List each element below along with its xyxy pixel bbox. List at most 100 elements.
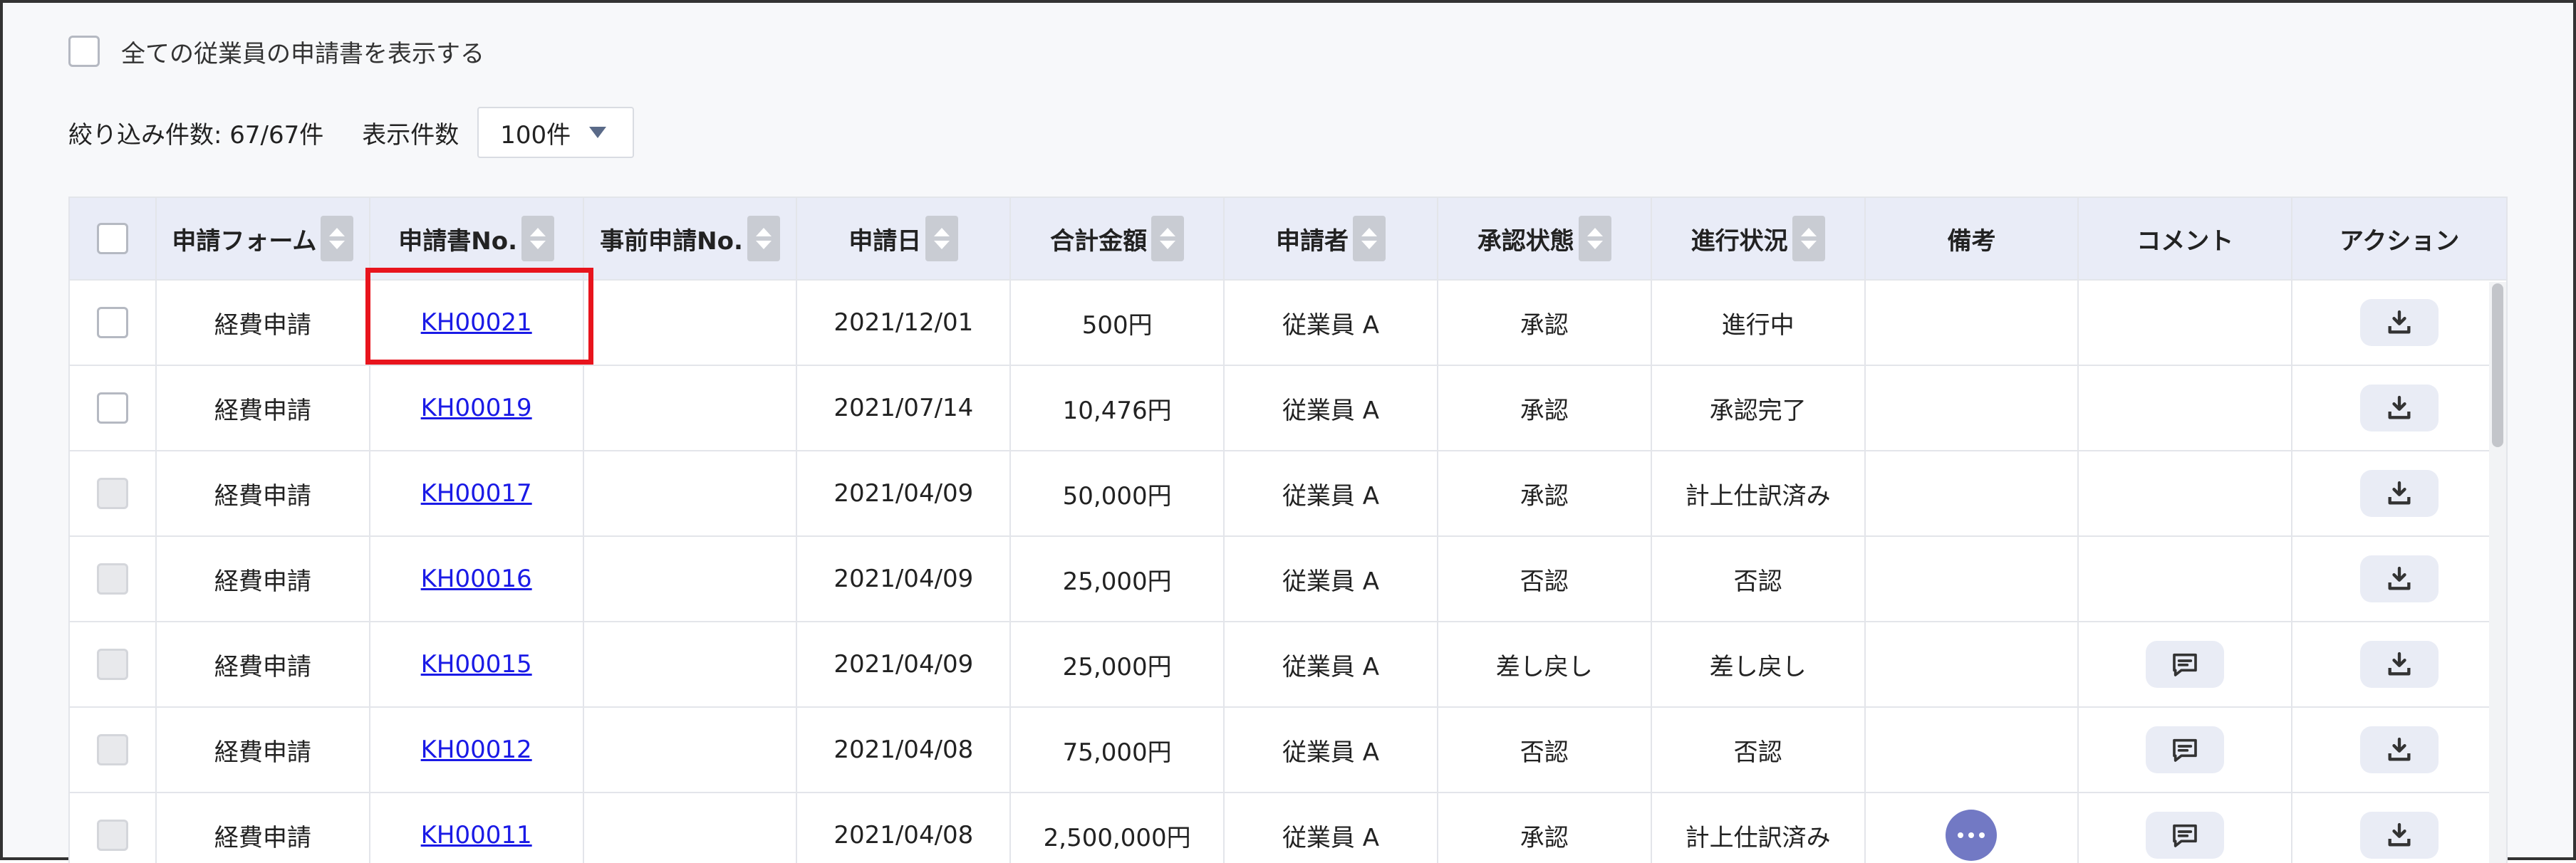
download-icon[interactable]	[2360, 641, 2439, 688]
sort-icon[interactable]	[521, 216, 555, 261]
row-select-cell	[70, 537, 157, 621]
approval-text: 承認	[1520, 481, 1569, 511]
download-icon[interactable]	[2360, 299, 2439, 346]
comment-icon[interactable]	[2146, 726, 2225, 773]
header-label: 申請書No.	[398, 226, 518, 256]
cell-form: 経費申請	[157, 281, 370, 365]
cell-date: 2021/04/08	[797, 793, 1012, 863]
cell-pre-no	[584, 281, 798, 365]
scrollbar-thumb[interactable]	[2492, 283, 2503, 447]
per-page-select[interactable]: 100件	[477, 107, 635, 158]
cell-amount: 10,476円	[1011, 366, 1225, 450]
date-text: 2021/04/09	[833, 479, 974, 508]
download-icon[interactable]	[2360, 812, 2439, 859]
header-form[interactable]: 申請フォーム	[157, 198, 370, 279]
row-checkbox[interactable]	[96, 307, 128, 338]
progress-text: 否認	[1733, 738, 1782, 767]
cell-date: 2021/04/09	[797, 451, 1012, 535]
cell-note	[1866, 793, 2079, 863]
select-all-checkbox[interactable]	[96, 223, 128, 254]
cell-applicant: 従業員 A	[1225, 622, 1438, 706]
header-label: 進行状況	[1690, 226, 1788, 256]
applicant-text: 従業員 A	[1282, 481, 1380, 511]
header-label: 申請日	[848, 226, 922, 256]
cell-doc-no: KH00021	[370, 281, 584, 365]
date-text: 2021/04/08	[833, 821, 974, 849]
comment-icon[interactable]	[2146, 812, 2225, 859]
cell-comment	[2079, 451, 2293, 535]
cell-doc-no: KH00017	[370, 451, 584, 535]
cell-form: 経費申請	[157, 366, 370, 450]
show-all-checkbox[interactable]	[68, 36, 100, 67]
date-text: 2021/12/01	[833, 308, 974, 337]
row-select-cell	[70, 793, 157, 863]
download-icon[interactable]	[2360, 555, 2439, 602]
doc-number-link[interactable]: KH00021	[421, 308, 532, 337]
comment-icon[interactable]	[2146, 641, 2225, 688]
download-icon[interactable]	[2360, 470, 2439, 517]
cell-doc-no: KH00016	[370, 537, 584, 621]
sort-icon[interactable]	[1151, 216, 1185, 261]
cell-approval: 差し戻し	[1438, 622, 1652, 706]
row-checkbox	[96, 563, 128, 595]
table-row: 経費申請 KH00012 2021/04/08 75,000円 従業員 A 否認 否認	[70, 708, 2508, 793]
filter-count: 絞り込み件数: 67/67件	[68, 120, 324, 150]
show-all-toggle[interactable]: 全ての従業員の申請書を表示する	[68, 34, 484, 68]
amount-text: 25,000円	[1062, 652, 1172, 681]
cell-amount: 75,000円	[1011, 708, 1225, 792]
download-icon[interactable]	[2360, 726, 2439, 773]
header-amount[interactable]: 合計金額	[1011, 198, 1225, 279]
cell-note	[1866, 451, 2079, 535]
header-approval[interactable]: 承認状態	[1438, 198, 1652, 279]
progress-text: 承認完了	[1709, 396, 1807, 425]
sort-icon[interactable]	[1792, 216, 1825, 261]
cell-comment	[2079, 708, 2293, 792]
cell-amount: 2,500,000円	[1011, 793, 1225, 863]
form-text: 経費申請	[214, 567, 311, 596]
applicant-text: 従業員 A	[1282, 310, 1380, 340]
header-pre-no[interactable]: 事前申請No.	[584, 198, 798, 279]
cell-applicant: 従業員 A	[1225, 708, 1438, 792]
amount-text: 25,000円	[1062, 567, 1172, 596]
sort-icon[interactable]	[1352, 216, 1386, 261]
row-select-cell	[70, 451, 157, 535]
date-text: 2021/04/09	[833, 565, 974, 593]
header-date[interactable]: 申請日	[797, 198, 1012, 279]
header-applicant[interactable]: 申請者	[1225, 198, 1438, 279]
sort-icon[interactable]	[925, 216, 959, 261]
applicant-text: 従業員 A	[1282, 396, 1380, 425]
doc-number-link[interactable]: KH00015	[421, 650, 532, 679]
table-row: 経費申請 KH00019 2021/07/14 10,476円 従業員 A 承認 承認完了	[70, 366, 2508, 451]
cell-date: 2021/04/08	[797, 708, 1012, 792]
cell-applicant: 従業員 A	[1225, 451, 1438, 535]
cell-note	[1866, 537, 2079, 621]
approval-text: 否認	[1520, 738, 1569, 767]
per-page-value: 100件	[500, 120, 571, 150]
download-icon[interactable]	[2360, 385, 2439, 432]
chevron-down-icon	[589, 127, 607, 138]
app-frame: 全ての従業員の申請書を表示する 絞り込み件数: 67/67件 表示件数 100件…	[0, 0, 2576, 863]
doc-number-link[interactable]: KH00012	[421, 736, 532, 764]
header-progress[interactable]: 進行状況	[1652, 198, 1866, 279]
header-note: 備考	[1866, 198, 2079, 279]
row-checkbox	[96, 820, 128, 851]
cell-action	[2292, 451, 2508, 535]
cell-pre-no	[584, 622, 798, 706]
form-text: 経費申請	[214, 652, 311, 681]
form-text: 経費申請	[214, 738, 311, 767]
cell-approval: 承認	[1438, 281, 1652, 365]
sort-icon[interactable]	[1578, 216, 1611, 261]
header-doc-no[interactable]: 申請書No.	[370, 198, 584, 279]
doc-number-link[interactable]: KH00011	[421, 821, 532, 849]
doc-number-link[interactable]: KH00017	[421, 479, 532, 508]
row-checkbox[interactable]	[96, 392, 128, 424]
doc-number-link[interactable]: KH00019	[421, 394, 532, 422]
cell-progress: 計上仕訳済み	[1652, 793, 1866, 863]
sort-icon[interactable]	[747, 216, 780, 261]
cell-doc-no: KH00011	[370, 793, 584, 863]
more-icon[interactable]	[1946, 810, 1998, 861]
approval-text: 否認	[1520, 567, 1569, 596]
doc-number-link[interactable]: KH00016	[421, 565, 532, 593]
cell-action	[2292, 793, 2508, 863]
sort-icon[interactable]	[321, 216, 354, 261]
